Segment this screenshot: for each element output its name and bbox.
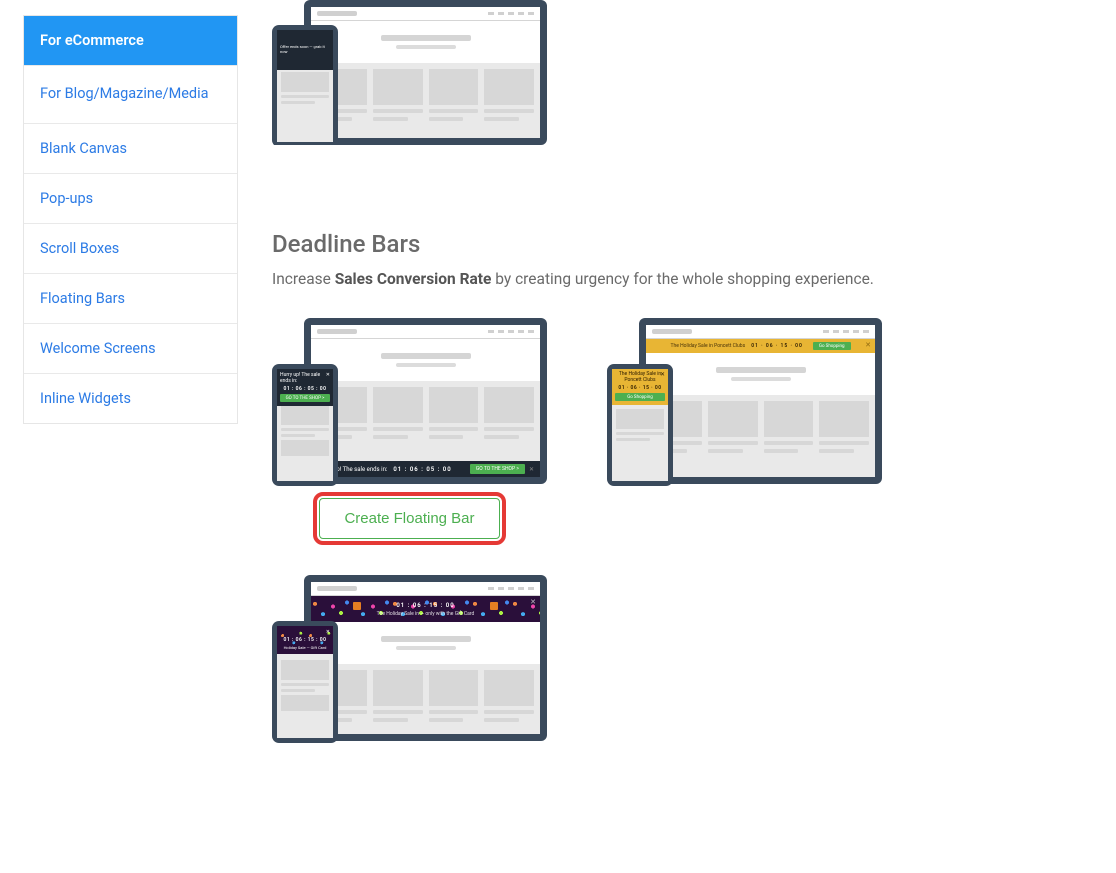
preview-mob-text: Hurry up! The sale ends in: xyxy=(280,372,326,384)
gift-icon xyxy=(490,602,498,610)
sidebar-item-inline-widgets[interactable]: Inline Widgets xyxy=(24,374,237,423)
preview-mob-cta: GO TO THE SHOP > xyxy=(280,394,330,402)
sidebar-item-ecommerce[interactable]: For eCommerce xyxy=(24,16,237,66)
highlighted-cta-wrap: Create Floating Bar xyxy=(313,492,505,545)
template-card-deadline-gold[interactable]: The Holiday Sale in Poncett Clubs 01 · 0… xyxy=(607,318,882,484)
preview-bar-timer: 01 : 06 : 15 : 00 xyxy=(396,602,454,609)
sidebar-item-blank-canvas[interactable]: Blank Canvas xyxy=(24,124,237,174)
preview-bar-text: The Holiday Sale in — only with the Gift… xyxy=(377,611,475,617)
section-title-deadline-bars: Deadline Bars xyxy=(272,230,1092,258)
section-desc-bold: Sales Conversion Rate xyxy=(335,270,492,288)
sidebar-item-scroll-boxes[interactable]: Scroll Boxes xyxy=(24,224,237,274)
template-card-deadline-confetti[interactable]: 01 : 06 : 15 : 00 The Holiday Sale in — … xyxy=(272,575,547,741)
preview-bar-timer: 01 · 06 · 15 · 00 xyxy=(751,343,803,349)
close-icon: ✕ xyxy=(326,629,330,635)
preview-mob-text: Holiday Sale — Gift Card xyxy=(280,645,330,650)
close-icon: ✕ xyxy=(660,371,665,378)
sidebar-item-floating-bars[interactable]: Floating Bars xyxy=(24,274,237,324)
preview-mob-timer: 01 : 06 : 05 : 00 xyxy=(280,386,330,392)
close-icon: ✕ xyxy=(530,598,536,606)
template-card-deadline-dark[interactable]: Hurry up! The sale ends in: 01 : 06 : 05… xyxy=(272,318,547,545)
gift-icon xyxy=(353,602,361,610)
preview-mob-text: The Holiday Sale in Poncett Clubs xyxy=(615,372,665,383)
preview-mob-timer: 01 · 06 · 15 · 00 xyxy=(615,385,665,391)
preview-bar-cta: Go Shopping xyxy=(813,342,851,350)
section-desc-a: Increase xyxy=(272,270,335,288)
close-icon: ✕ xyxy=(865,341,871,349)
sidebar-item-popups[interactable]: Pop-ups xyxy=(24,174,237,224)
close-icon: ✕ xyxy=(529,466,534,473)
sidebar-nav: For eCommerce For Blog/Magazine/Media Bl… xyxy=(23,15,238,424)
section-description: Increase Sales Conversion Rate by creati… xyxy=(272,270,1092,288)
preview-bar-timer: 01 : 06 : 05 : 00 xyxy=(393,466,451,473)
close-icon: ✕ xyxy=(326,372,330,384)
create-floating-bar-button[interactable]: Create Floating Bar xyxy=(319,498,499,539)
sidebar-item-welcome-screens[interactable]: Welcome Screens xyxy=(24,324,237,374)
section-desc-c: by creating urgency for the whole shoppi… xyxy=(491,270,873,288)
preview-mob-timer: 01 : 06 : 15 : 00 xyxy=(280,637,330,643)
sidebar-item-blog[interactable]: For Blog/Magazine/Media xyxy=(24,66,237,124)
preview-mob-cta: Go Shopping xyxy=(615,393,665,401)
preview-bar-cta: GO TO THE SHOP > xyxy=(470,464,525,474)
preview-bar-text: The Holiday Sale in Poncett Clubs xyxy=(670,343,745,349)
